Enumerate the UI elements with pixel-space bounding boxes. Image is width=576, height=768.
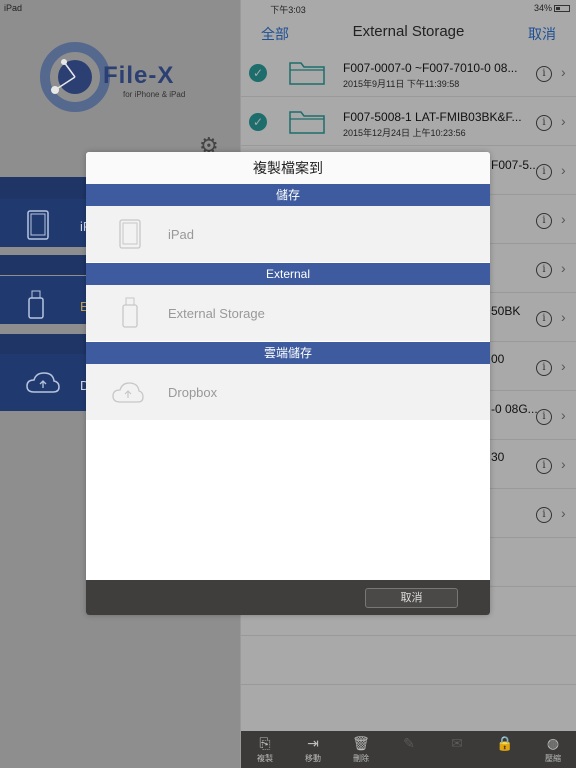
delete-button[interactable]: 🗑 刪除 — [341, 735, 381, 764]
cancel-button[interactable]: 取消 — [528, 24, 556, 44]
file-name: 50BK — [491, 304, 521, 318]
copy-to-dialog: 複製檔案到 儲存 iPad External External Storage … — [86, 152, 490, 615]
chevron-right-icon: › — [561, 64, 566, 80]
file-row[interactable]: ✓ F007-0007-0 ~F007-7010-0 08... 2015年9月… — [241, 49, 576, 97]
usb-drive-icon — [28, 290, 44, 319]
info-icon[interactable]: i — [536, 262, 552, 278]
ipad-icon — [119, 219, 141, 249]
info-icon[interactable]: i — [536, 115, 552, 131]
destination-option-ipad[interactable]: iPad — [86, 206, 490, 262]
cloud-icon — [112, 382, 144, 403]
chevron-right-icon: › — [561, 456, 566, 472]
page-title: External Storage — [352, 23, 465, 40]
destination-option-external-storage[interactable]: External Storage — [86, 285, 490, 341]
file-name: 30 — [491, 450, 505, 464]
lock-button[interactable]: 🔒 — [485, 735, 525, 753]
info-icon[interactable]: i — [536, 409, 552, 425]
info-icon[interactable]: i — [536, 311, 552, 327]
battery-indicator: 34% — [534, 3, 570, 13]
bottom-toolbar: ⎘ 複製 ⇥ 移動 🗑 刪除 ✎ ✉ 🔒 ◍ 壓縮 — [241, 731, 576, 768]
folder-icon — [289, 62, 325, 85]
file-name: F007-5008-1 LAT-FMIB03BK&F... — [343, 110, 522, 124]
chevron-right-icon: › — [561, 113, 566, 129]
file-x-logo-icon — [40, 42, 110, 112]
compress-button[interactable]: ◍ 壓縮 — [533, 735, 573, 764]
lock-icon: 🔒 — [496, 735, 514, 751]
file-row[interactable]: ✓ F007-5008-1 LAT-FMIB03BK&F... 2015年12月… — [241, 98, 576, 146]
chevron-right-icon: › — [561, 260, 566, 276]
file-name: -0 08G... — [491, 402, 538, 416]
chevron-right-icon: › — [561, 407, 566, 423]
file-name: 00 — [491, 352, 505, 366]
file-date: 2015年12月24日 上午10:23:56 — [343, 128, 466, 138]
chevron-right-icon: › — [561, 358, 566, 374]
info-icon[interactable]: i — [536, 66, 552, 82]
status-bar: iPad 下午3:03 34% — [0, 0, 576, 16]
info-icon[interactable]: i — [536, 360, 552, 376]
battery-icon — [554, 5, 570, 13]
usb-drive-icon — [122, 297, 138, 328]
mail-button[interactable]: ✉ — [437, 735, 477, 753]
move-icon: ⇥ — [307, 735, 319, 751]
option-label: Dropbox — [168, 385, 218, 400]
chevron-right-icon: › — [561, 211, 566, 227]
section-header-storage: 儲存 — [86, 184, 490, 206]
edit-button[interactable]: ✎ — [389, 735, 429, 753]
trash-icon: 🗑 — [352, 735, 370, 751]
folder-icon — [289, 111, 325, 134]
checkmark-icon[interactable]: ✓ — [249, 113, 267, 131]
copy-icon: ⎘ — [259, 735, 271, 751]
chevron-right-icon: › — [561, 309, 566, 325]
cloud-icon — [26, 372, 60, 393]
option-label: External Storage — [168, 306, 265, 321]
dialog-title: 複製檔案到 — [86, 152, 490, 184]
file-date: 2015年9月11日 下午11:39:58 — [343, 79, 460, 89]
option-label: iPad — [168, 227, 195, 242]
chevron-right-icon: › — [561, 505, 566, 521]
brand-title: File-X — [103, 62, 175, 89]
empty-row — [241, 637, 576, 685]
chevron-right-icon: › — [561, 162, 566, 178]
ipad-icon — [27, 210, 49, 240]
info-icon[interactable]: i — [536, 164, 552, 180]
move-button[interactable]: ⇥ 移動 — [293, 735, 333, 764]
brand-subtitle: for iPhone & iPad — [123, 90, 186, 99]
info-icon[interactable]: i — [536, 507, 552, 523]
file-name: F007-5... — [491, 158, 540, 172]
section-header-external: External — [86, 263, 490, 285]
checkmark-icon[interactable]: ✓ — [249, 64, 267, 82]
dialog-cancel-button[interactable]: 取消 — [365, 588, 458, 608]
mail-icon: ✉ — [451, 735, 463, 751]
file-list-header: 全部 External Storage 取消 — [241, 16, 576, 48]
clock: 下午3:03 — [270, 5, 306, 15]
compress-icon: ◍ — [546, 735, 560, 751]
copy-button[interactable]: ⎘ 複製 — [245, 735, 285, 764]
info-icon[interactable]: i — [536, 458, 552, 474]
destination-option-dropbox[interactable]: Dropbox — [86, 364, 490, 420]
edit-icon: ✎ — [403, 735, 415, 751]
info-icon[interactable]: i — [536, 213, 552, 229]
file-name: F007-0007-0 ~F007-7010-0 08... — [343, 61, 518, 75]
section-header-cloud: 雲端儲存 — [86, 342, 490, 364]
dialog-footer: 取消 — [86, 580, 490, 615]
